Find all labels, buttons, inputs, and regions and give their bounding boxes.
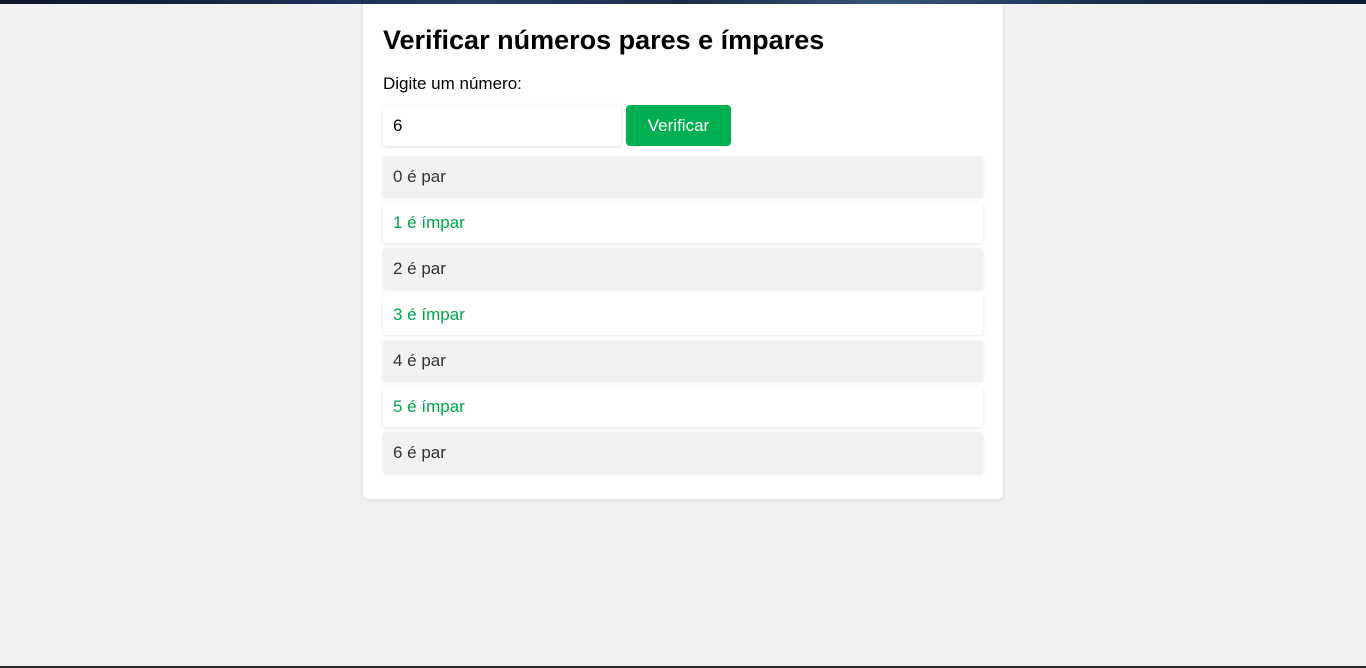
result-item-0: 0 é par xyxy=(383,156,983,197)
input-row: Verificar xyxy=(383,105,983,146)
result-item-3: 3 é ímpar xyxy=(383,294,983,335)
result-item-2: 2 é par xyxy=(383,248,983,289)
page-title: Verificar números pares e ímpares xyxy=(383,25,825,55)
result-item-5: 5 é ímpar xyxy=(383,386,983,427)
result-item-4: 4 é par xyxy=(383,340,983,381)
result-item-6: 6 é par xyxy=(383,432,983,473)
main-card: Verificar números pares e ímpares Digite… xyxy=(363,4,1003,499)
verify-button[interactable]: Verificar xyxy=(626,105,731,146)
number-input[interactable] xyxy=(383,105,621,146)
results-list: 0 é par 1 é ímpar 2 é par 3 é ímpar 4 é … xyxy=(383,156,983,473)
result-item-1: 1 é ímpar xyxy=(383,202,983,243)
number-label: Digite um número: xyxy=(383,74,522,93)
